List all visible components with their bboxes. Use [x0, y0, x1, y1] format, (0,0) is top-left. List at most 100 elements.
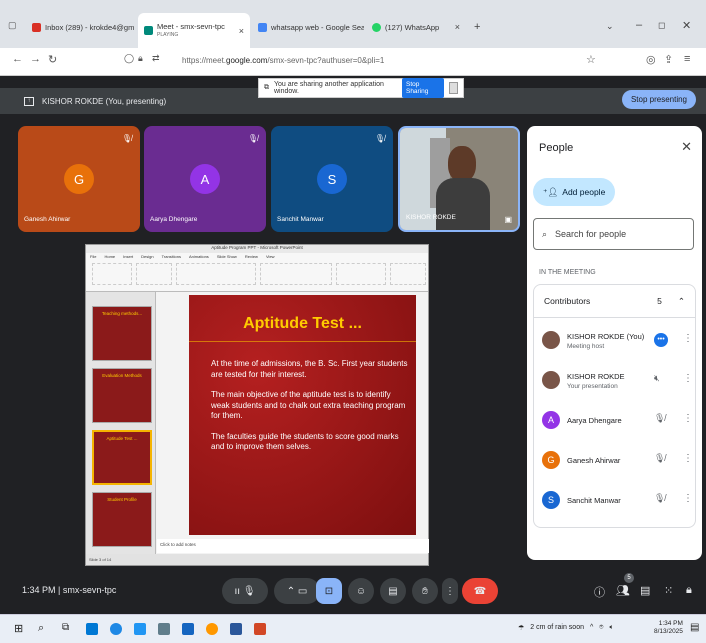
outlook-icon[interactable]	[182, 623, 194, 635]
task-view-icon[interactable]: ⧉	[62, 622, 69, 633]
windows-start-icon[interactable]: ⊞	[14, 622, 23, 635]
ppt-menu-item[interactable]: Animations	[189, 254, 209, 259]
raise-hand-button[interactable]: ✋︎	[412, 578, 438, 604]
reactions-button[interactable]: ☺	[348, 578, 374, 604]
participant-row[interactable]: S Sanchit Manwar 🎙︎̸ ⋮	[534, 482, 697, 522]
tab-label: whatsapp web - Google Search	[271, 22, 364, 32]
ppt-menu-item[interactable]: File	[90, 254, 96, 259]
permissions-icon[interactable]: ⇄	[152, 53, 160, 64]
camera-button[interactable]: ⌃ ▭	[274, 578, 320, 604]
contributors-list: KISHOR ROKDE (You) Meeting host ••• ⋮ KI…	[533, 318, 696, 528]
participant-row[interactable]: KISHOR ROKDE Your presentation 🔇︎ ⋮	[534, 362, 697, 402]
window-close-icon[interactable]: ✕	[682, 19, 691, 32]
weather-text[interactable]: 2 cm of rain soon	[530, 624, 584, 632]
close-icon[interactable]: ✕	[681, 139, 692, 155]
host-controls-icon[interactable]: 🔒︎	[686, 584, 692, 597]
new-tab-button[interactable]: +	[474, 21, 480, 33]
present-button[interactable]: ⊡	[316, 578, 342, 604]
ppt-menu-item[interactable]: Insert	[123, 254, 133, 259]
store-icon[interactable]	[134, 623, 146, 635]
more-options-icon[interactable]: ⋮	[683, 333, 693, 344]
stop-sharing-button[interactable]: Stop Sharing	[401, 78, 444, 98]
microphone-button[interactable]: ıı 🎙︎	[222, 578, 268, 604]
info-icon[interactable]: ⓘ	[594, 584, 605, 600]
ribbon-font-group	[176, 263, 256, 285]
tab-google-search[interactable]: whatsapp web - Google Search ×	[252, 14, 364, 40]
search-people-input[interactable]: ⌕ Search for people	[533, 218, 694, 250]
bookmark-star-icon[interactable]: ☆	[586, 53, 596, 66]
edge-icon[interactable]	[86, 623, 98, 635]
ppt-menu-item[interactable]: Home	[104, 254, 115, 259]
word-icon[interactable]	[230, 623, 242, 635]
participant-row[interactable]: KISHOR ROKDE (You) Meeting host ••• ⋮	[534, 322, 697, 362]
add-people-button[interactable]: ⁺👤︎ Add people	[533, 178, 616, 206]
more-options-icon[interactable]: ⋮	[683, 493, 693, 504]
participant-row[interactable]: G Ganesh Ahirwar 🎙︎̸ ⋮	[534, 442, 697, 482]
participant-name: Ganesh Ahirwar	[567, 456, 621, 465]
mic-off-icon: 🎙︎̸	[374, 134, 385, 143]
participant-tile[interactable]: 🎙︎̸ A Aarya Dhengare	[144, 126, 266, 232]
reload-icon[interactable]: ↻	[48, 53, 57, 66]
back-icon[interactable]: ←	[12, 53, 23, 65]
search-icon[interactable]: ⌕	[38, 622, 44, 635]
ppt-menu-item[interactable]: Review	[245, 254, 258, 259]
network-icon[interactable]: ⌾	[599, 624, 603, 632]
slide-thumbnail[interactable]: Aptitude Test ...	[92, 430, 152, 485]
firefox-icon[interactable]	[206, 623, 218, 635]
participant-tile[interactable]: 🎙︎̸ G Ganesh Ahirwar	[18, 126, 140, 232]
more-options-icon[interactable]: ⋮	[683, 373, 693, 384]
slide-thumbnail[interactable]: Evaluation Methods	[92, 368, 152, 423]
more-options-icon[interactable]: ⋮	[683, 413, 693, 424]
ppt-menu-item[interactable]: View	[266, 254, 275, 259]
tray-chevron-icon[interactable]: ^	[590, 624, 593, 632]
tab-meet[interactable]: Meet - smx-sevn-tpc PLAYING ×	[138, 13, 250, 48]
tab-search-icon[interactable]: ▢	[8, 20, 17, 31]
participant-row[interactable]: A Aarya Dhengare 🎙︎̸ ⋮	[534, 402, 697, 442]
ppt-menu-item[interactable]: Slide Show	[217, 254, 237, 259]
captions-button[interactable]: ▤	[380, 578, 406, 604]
powerpoint-icon[interactable]	[254, 623, 266, 635]
account-icon[interactable]: ◎	[646, 53, 656, 66]
share-icon[interactable]: ⇪	[664, 53, 673, 66]
minimize-icon[interactable]: –	[636, 19, 642, 31]
shared-screen: Aptitude Program PPT - Microsoft PowerPo…	[85, 244, 429, 566]
menu-icon[interactable]: ≡	[684, 53, 690, 65]
pin-icon[interactable]: ▣	[504, 215, 512, 224]
shield-icon[interactable]: ◯	[124, 53, 134, 64]
close-icon[interactable]: ×	[239, 26, 244, 36]
people-icon[interactable]: 👥︎	[616, 584, 630, 597]
slide-thumbnail[interactable]: Student Profile	[92, 492, 152, 547]
notification-icon[interactable]: ▤	[690, 622, 699, 633]
maximize-icon[interactable]: ◻	[658, 20, 665, 31]
chat-icon[interactable]: ▤	[640, 584, 650, 597]
browser-icon[interactable]	[110, 623, 122, 635]
stop-presenting-button[interactable]: Stop presenting	[621, 90, 696, 109]
activities-icon[interactable]: ⁙	[664, 584, 673, 597]
lock-icon[interactable]: 🔒︎	[138, 53, 143, 64]
tab-whatsapp[interactable]: (127) WhatsApp ×	[366, 14, 466, 40]
participant-tile[interactable]: 🎙︎̸ S Sanchit Manwar	[271, 126, 393, 232]
leave-call-button[interactable]: ☎︎	[462, 578, 498, 604]
calculator-icon[interactable]	[158, 623, 170, 635]
more-options-icon[interactable]: ⋮	[683, 453, 693, 464]
meeting-controls-bar: 1:34 PM | smx-sevn-tpc ıı 🎙︎ ⌃ ▭ ⊡ ☺ ▤ ✋…	[0, 570, 706, 614]
more-options-button[interactable]: ⋮	[442, 578, 458, 604]
avatar	[542, 371, 560, 389]
search-placeholder: Search for people	[555, 229, 627, 239]
hide-banner-button[interactable]	[448, 82, 458, 94]
url-field[interactable]: https://meet.google.com/smx-sevn-tpc?aut…	[182, 56, 384, 65]
system-tray: ☂ 2 cm of rain soon ^ ⌾ 🔈︎	[518, 624, 614, 632]
tab-list-icon[interactable]: ⌄	[606, 21, 614, 32]
volume-icon[interactable]: 🔈︎	[609, 624, 613, 632]
tab-gmail[interactable]: Inbox (289) - krokde4@gmail.c... ×	[26, 14, 134, 40]
ppt-menu-item[interactable]: Design	[141, 254, 153, 259]
ppt-menu-item[interactable]: Transitions	[162, 254, 181, 259]
notes-pane[interactable]: Click to add notes	[157, 539, 429, 553]
hang-up-icon: ☎︎	[473, 585, 487, 597]
contributors-header[interactable]: Contributors 5 ⌃	[533, 284, 696, 318]
self-video-tile[interactable]: KISHOR ROKDE ▣	[398, 126, 520, 232]
forward-icon[interactable]: →	[30, 53, 41, 65]
taskbar-clock[interactable]: 1:34 PM 8/13/2025	[654, 620, 683, 636]
close-icon[interactable]: ×	[455, 22, 460, 32]
slide-thumbnail[interactable]: Teaching methods...	[92, 306, 152, 361]
